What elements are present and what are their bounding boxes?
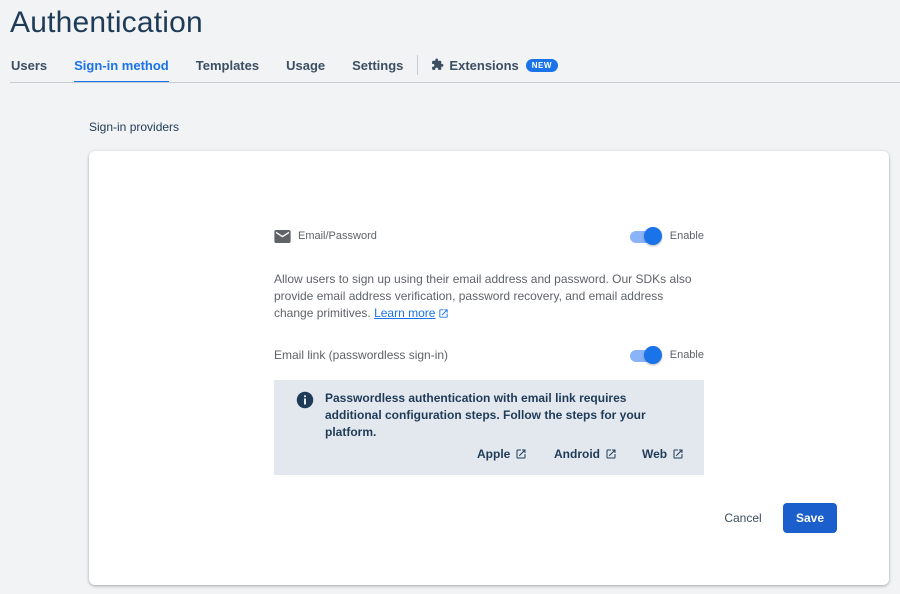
description-text: Allow users to sign up using their email… [274, 272, 692, 320]
section-title: Sign-in providers [89, 120, 180, 134]
email-link-row: Email link (passwordless sign-in) Enable [274, 344, 704, 366]
apple-link[interactable]: Apple [477, 447, 527, 461]
web-link[interactable]: Web [642, 447, 684, 461]
platform-links: Apple Android Web [274, 447, 704, 465]
save-button[interactable]: Save [783, 503, 837, 533]
email-link-enable-label: Enable [669, 349, 704, 361]
tab-extensions-label: Extensions [449, 58, 519, 73]
provider-card: Email/Password Enable Allow users to sig… [89, 151, 889, 585]
info-text: Passwordless authentication with email l… [325, 391, 646, 439]
tab-templates[interactable]: Templates [196, 58, 259, 83]
email-link-toggle[interactable] [629, 346, 662, 364]
external-link-icon [439, 309, 449, 318]
email-password-toggle[interactable] [629, 227, 662, 245]
tab-extensions[interactable]: Extensions NEW [431, 58, 558, 83]
tab-users[interactable]: Users [11, 58, 47, 83]
android-link[interactable]: Android [554, 447, 617, 461]
info-box: Passwordless authentication with email l… [274, 380, 704, 475]
new-badge: NEW [525, 59, 558, 72]
tab-sign-in-method[interactable]: Sign-in method [74, 58, 169, 83]
email-password-row: Email/Password Enable [274, 225, 704, 247]
external-link-icon [606, 449, 616, 459]
mail-icon [274, 229, 291, 243]
email-link-label: Email link (passwordless sign-in) [274, 348, 449, 362]
email-password-label: Email/Password [298, 230, 377, 242]
external-link-icon [673, 449, 683, 459]
tab-divider [417, 55, 419, 75]
learn-more-link[interactable]: Learn more [374, 306, 449, 320]
tab-bar-divider [10, 82, 900, 83]
external-link-icon [516, 449, 526, 459]
tab-bar: Users Sign-in method Templates Usage Set… [10, 55, 900, 83]
page-title: Authentication [10, 6, 203, 39]
tab-settings[interactable]: Settings [352, 58, 403, 83]
cancel-button[interactable]: Cancel [713, 503, 773, 533]
email-password-enable-label: Enable [669, 230, 704, 242]
puzzle-icon [431, 58, 444, 71]
info-icon [296, 391, 314, 409]
provider-description: Allow users to sign up using their email… [274, 271, 704, 322]
tab-usage[interactable]: Usage [286, 58, 325, 83]
